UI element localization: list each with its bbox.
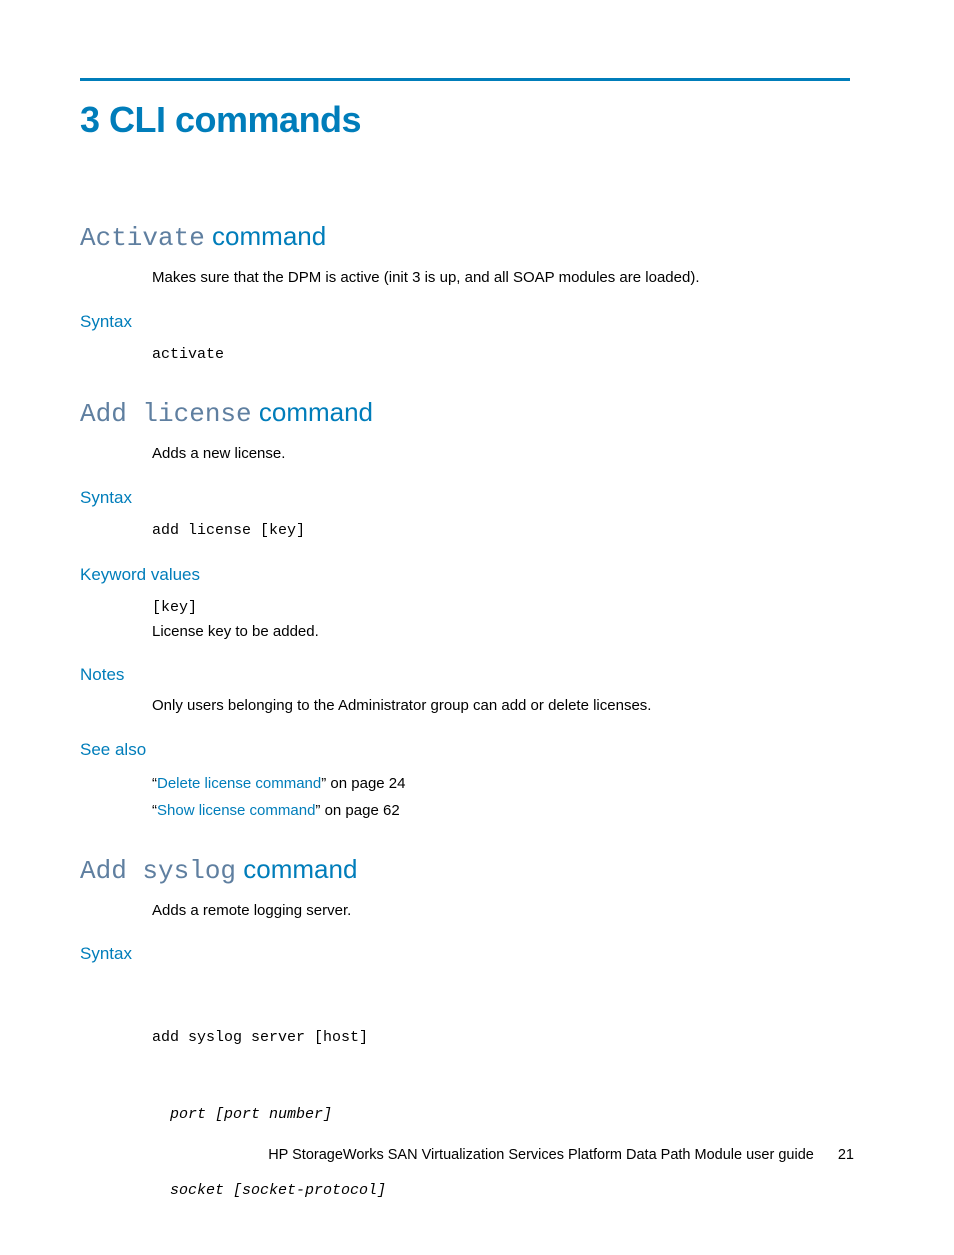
heading-addlicense: Add license command — [80, 397, 850, 429]
heading-addsyslog: Add syslog command — [80, 854, 850, 886]
heading-addlicense-mono: Add license — [80, 399, 252, 429]
addlicense-syntax-label: Syntax — [80, 488, 850, 508]
addlicense-kv-desc: License key to be added. — [152, 621, 850, 644]
addlicense-kv-label: Keyword values — [80, 565, 850, 585]
addsyslog-syntax-block: add syslog server [host] port [port numb… — [152, 974, 850, 1255]
top-rule — [80, 78, 850, 81]
seealso-close-0: ” on page 24 — [321, 775, 405, 792]
heading-activate-rest: command — [205, 221, 326, 251]
heading-addsyslog-rest: command — [236, 854, 357, 884]
addlicense-kv-code: [key] — [152, 595, 850, 621]
addsyslog-syntax-line1: add syslog server [host] — [152, 1025, 850, 1051]
seealso-link-1[interactable]: Show license command — [157, 802, 315, 819]
heading-addlicense-rest: command — [252, 397, 373, 427]
heading-activate: Activate command — [80, 221, 850, 253]
addsyslog-syntax-line2: port [port number] — [152, 1102, 850, 1128]
activate-syntax-code: activate — [152, 342, 850, 368]
chapter-title: 3 CLI commands — [80, 99, 850, 141]
footer-text: HP StorageWorks SAN Virtualization Servi… — [268, 1147, 814, 1163]
addlicense-notes-label: Notes — [80, 665, 850, 685]
page-footer: HP StorageWorks SAN Virtualization Servi… — [268, 1147, 854, 1163]
activate-syntax-label: Syntax — [80, 312, 850, 332]
heading-activate-mono: Activate — [80, 223, 205, 253]
seealso-row-1: “Show license command” on page 62 — [152, 797, 850, 824]
addsyslog-syntax-line3: socket [socket-protocol] — [152, 1178, 850, 1204]
seealso-row-0: “Delete license command” on page 24 — [152, 770, 850, 797]
addsyslog-desc: Adds a remote logging server. — [152, 900, 850, 923]
seealso-link-0[interactable]: Delete license command — [157, 775, 321, 792]
addlicense-desc: Adds a new license. — [152, 443, 850, 466]
page-number: 21 — [838, 1147, 854, 1163]
activate-desc: Makes sure that the DPM is active (init … — [152, 267, 850, 290]
addlicense-seealso-label: See also — [80, 740, 850, 760]
addlicense-notes-text: Only users belonging to the Administrato… — [152, 695, 850, 718]
addlicense-syntax-code: add license [key] — [152, 518, 850, 544]
page-content: 3 CLI commands Activate command Makes su… — [80, 78, 850, 1255]
addsyslog-syntax-label: Syntax — [80, 944, 850, 964]
seealso-close-1: ” on page 62 — [315, 802, 399, 819]
heading-addsyslog-mono: Add syslog — [80, 856, 236, 886]
